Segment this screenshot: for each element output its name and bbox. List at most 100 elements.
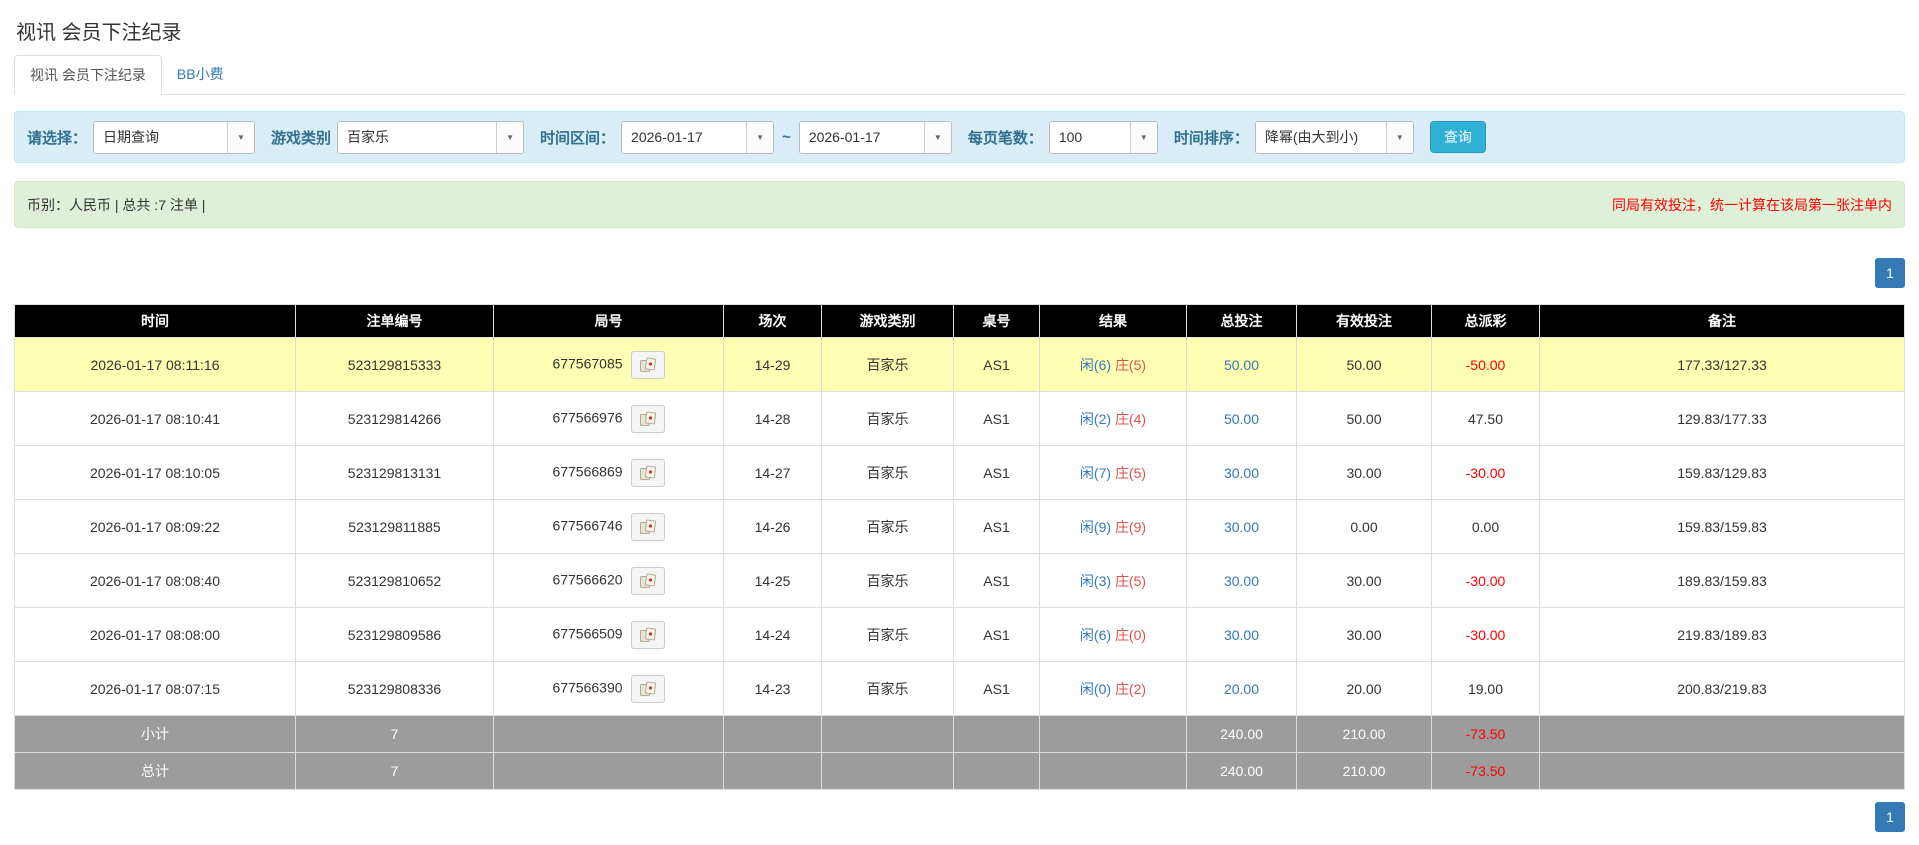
note-cell: 200.83/219.83	[1539, 661, 1905, 716]
pagination-top: 1	[14, 258, 1905, 288]
table-header: 时间 注单编号 局号 场次 游戏类别 桌号 结果 总投注 有效投注 总派彩 备注	[14, 304, 1905, 338]
sort-order-caret-button[interactable]: ▼	[1385, 121, 1413, 153]
result-banker: 庄(4)	[1114, 410, 1147, 427]
round-id: 677566390	[552, 679, 623, 696]
payout-cell: -30.00	[1431, 445, 1540, 500]
session-cell: 14-25	[723, 553, 822, 608]
round-detail-button[interactable]	[630, 620, 665, 649]
date-to-input[interactable]	[799, 121, 924, 153]
cards-icon	[639, 681, 656, 696]
select-type-caret-button[interactable]: ▼	[227, 121, 255, 153]
caret-down-icon: ▼	[933, 132, 942, 142]
time-cell: 2026-01-17 08:09:22	[14, 499, 296, 554]
empty-cell	[1039, 715, 1187, 753]
valid-bet-cell: 50.00	[1296, 391, 1432, 446]
game-type-input[interactable]	[338, 121, 497, 153]
empty-cell	[953, 752, 1040, 790]
round-id: 677566620	[552, 571, 623, 588]
cards-icon	[639, 411, 656, 426]
total-bet-link[interactable]: 50.00	[1224, 357, 1259, 373]
total-bet-link[interactable]: 30.00	[1224, 519, 1259, 535]
payout-cell: 47.50	[1431, 391, 1540, 446]
payout-cell: -30.00	[1431, 553, 1540, 608]
valid-bet-cell: 50.00	[1296, 337, 1432, 392]
empty-cell	[821, 752, 954, 790]
session-cell: 14-27	[723, 445, 822, 500]
total-bet-cell: 30.00	[1186, 445, 1297, 500]
note-cell: 177.33/127.33	[1539, 337, 1905, 392]
page-button-1[interactable]: 1	[1875, 258, 1905, 288]
game-type-cell: 百家乐	[821, 391, 954, 446]
bet-id-cell: 523129814266	[295, 391, 494, 446]
bet-id-cell: 523129813131	[295, 445, 494, 500]
table-no-cell: AS1	[953, 607, 1040, 662]
round-detail-button[interactable]	[630, 512, 665, 541]
payout-cell: 19.00	[1431, 661, 1540, 716]
total-bet-link[interactable]: 30.00	[1224, 627, 1259, 643]
page-size-input[interactable]	[1049, 121, 1130, 153]
result-cell: 闲(0) 庄(2)	[1039, 661, 1187, 716]
result-banker: 庄(2)	[1114, 680, 1147, 697]
empty-cell	[1039, 752, 1187, 790]
total-bet-link[interactable]: 30.00	[1224, 573, 1259, 589]
select-type-input[interactable]	[94, 121, 228, 153]
column-header-total-bet: 总投注	[1186, 304, 1297, 338]
bet-id-cell: 523129811885	[295, 499, 494, 554]
subtotal-valid-bet: 210.00	[1296, 715, 1432, 753]
search-button[interactable]: 查询	[1429, 121, 1486, 153]
date-from-caret-button[interactable]: ▼	[746, 121, 774, 153]
tab-betting-records[interactable]: 视讯 会员下注纪录	[14, 55, 162, 95]
table-body: 2026-01-17 08:11:16 523129815333 6775670…	[14, 337, 1905, 716]
cards-icon	[639, 573, 656, 588]
table-row: 2026-01-17 08:09:22 523129811885 6775667…	[14, 499, 1905, 554]
game-type-caret-button[interactable]: ▼	[496, 121, 524, 153]
total-bet-cell: 30.00	[1186, 553, 1297, 608]
caret-down-icon: ▼	[506, 132, 514, 142]
page-size-combobox: ▼	[1048, 120, 1158, 154]
column-header-payout: 总派彩	[1431, 304, 1540, 338]
valid-bet-cell: 20.00	[1296, 661, 1432, 716]
round-id: 677567085	[552, 355, 623, 372]
page-size-caret-button[interactable]: ▼	[1129, 121, 1157, 153]
sort-order-input[interactable]	[1255, 121, 1386, 153]
date-to-caret-button[interactable]: ▼	[923, 121, 951, 153]
result-banker: 庄(5)	[1114, 464, 1147, 481]
time-cell: 2026-01-17 08:10:41	[14, 391, 296, 446]
result-player: 闲(7)	[1079, 464, 1112, 481]
total-bet-link[interactable]: 50.00	[1224, 411, 1259, 427]
table-row: 2026-01-17 08:10:05 523129813131 6775668…	[14, 445, 1905, 500]
column-header-time: 时间	[14, 304, 296, 338]
total-bet-link[interactable]: 20.00	[1224, 681, 1259, 697]
round-cell: 677566620	[493, 553, 724, 608]
round-detail-button[interactable]	[630, 350, 665, 379]
table-no-cell: AS1	[953, 553, 1040, 608]
main-container: 视讯 会员下注纪录 视讯 会员下注纪录 BB小费 请选择： ▼ 游戏类别 ▼ 时…	[14, 16, 1905, 832]
session-cell: 14-23	[723, 661, 822, 716]
page-size-label: 每页笔数：	[967, 129, 1043, 147]
result-banker: 庄(9)	[1114, 518, 1147, 535]
round-detail-button[interactable]	[630, 458, 665, 487]
round-detail-button[interactable]	[630, 404, 665, 433]
total-payout: -73.50	[1431, 752, 1540, 790]
round-detail-button[interactable]	[630, 566, 665, 595]
column-header-table-no: 桌号	[953, 304, 1040, 338]
table-row: 2026-01-17 08:08:00 523129809586 6775665…	[14, 607, 1905, 662]
date-from-input[interactable]	[622, 121, 747, 153]
empty-cell	[723, 752, 822, 790]
result-player: 闲(6)	[1079, 356, 1112, 373]
cards-icon	[639, 519, 656, 534]
page-button-1-bottom[interactable]: 1	[1875, 802, 1905, 832]
game-type-label: 游戏类别	[271, 129, 332, 147]
tab-bb-tips[interactable]: BB小费	[162, 55, 239, 94]
column-header-note: 备注	[1539, 304, 1905, 338]
total-bet-cell: 30.00	[1186, 499, 1297, 554]
round-cell: 677566869	[493, 445, 724, 500]
subtotal-count: 7	[295, 715, 494, 753]
time-cell: 2026-01-17 08:08:00	[14, 607, 296, 662]
round-detail-button[interactable]	[630, 674, 665, 703]
table-row: 2026-01-17 08:10:41 523129814266 6775669…	[14, 391, 1905, 446]
total-bet-link[interactable]: 30.00	[1224, 465, 1259, 481]
round-id: 677566976	[552, 409, 623, 426]
cards-icon	[639, 627, 656, 642]
session-cell: 14-24	[723, 607, 822, 662]
